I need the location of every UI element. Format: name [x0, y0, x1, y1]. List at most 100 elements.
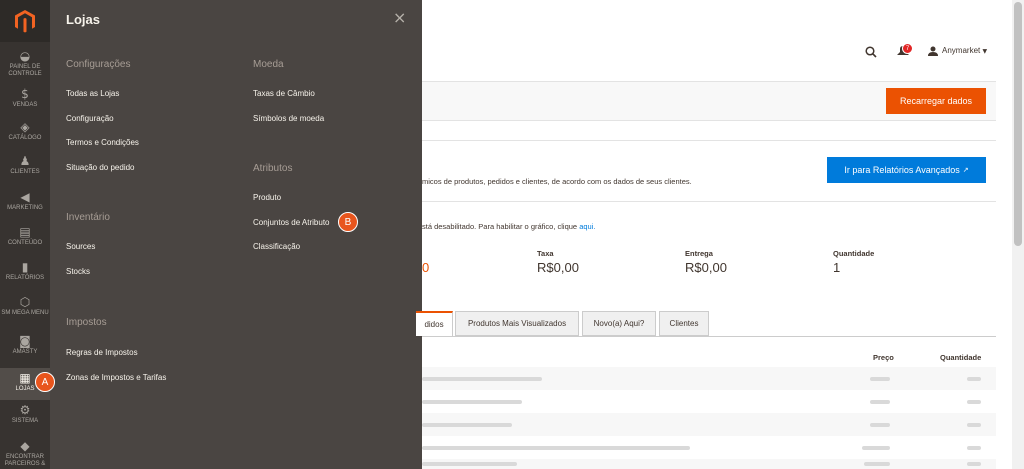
- blurred-cell: [422, 462, 517, 466]
- nav-sm-mega-menu[interactable]: ⬡ SM MEGA MENU: [0, 296, 50, 317]
- advanced-reports-button[interactable]: Ir para Relatórios Avançados ↗: [827, 157, 986, 183]
- nav-label: CONTEÚDO: [7, 240, 43, 246]
- nav-catalog[interactable]: ◈ CATÁLOGO: [0, 121, 50, 142]
- gear-icon: ⚙: [19, 403, 31, 417]
- blurred-cell: [864, 462, 890, 466]
- nav-label: VENDAS: [12, 102, 38, 108]
- nav-marketing[interactable]: ◀ MARKETING: [0, 191, 50, 212]
- blurred-cell: [862, 446, 890, 450]
- column-header-quantity: Quantidade: [940, 353, 982, 362]
- enable-chart-link[interactable]: aqui.: [579, 222, 595, 231]
- user-menu[interactable]: Anymarket ▼: [942, 46, 987, 55]
- cube-icon: ◈: [20, 120, 30, 134]
- annotation-marker-b: B: [338, 212, 358, 232]
- table-row[interactable]: [422, 413, 996, 436]
- stat-tax-label: Taxa: [537, 249, 554, 258]
- nav-content[interactable]: ▤ CONTEÚDO: [0, 226, 50, 247]
- blurred-cell: [870, 400, 890, 404]
- bar-chart-icon: ▮: [21, 260, 29, 274]
- hexagon-icon: ⬡: [19, 295, 31, 309]
- link-attribute-sets[interactable]: Conjuntos de Atributo: [253, 218, 330, 227]
- nav-label: SISTEMA: [11, 418, 39, 424]
- person-icon: ♟: [19, 154, 31, 168]
- blurred-cell: [422, 446, 690, 450]
- box-icon: ◆: [20, 439, 30, 453]
- section-config: Configurações: [66, 59, 131, 70]
- dollar-icon: $: [21, 87, 29, 101]
- blurred-cell: [967, 377, 981, 381]
- amasty-icon: ◙: [19, 334, 31, 348]
- link-sources[interactable]: Sources: [66, 242, 95, 251]
- stat-tax-value: R$0,00: [537, 260, 579, 275]
- section-inventory: Inventário: [66, 212, 110, 223]
- table-row[interactable]: [422, 367, 996, 390]
- nav-label: PAINEL DE CONTROLE: [8, 64, 42, 77]
- section-currency: Moeda: [253, 59, 284, 70]
- nav-label: CATÁLOGO: [8, 135, 42, 141]
- stat-shipping-label: Entrega: [685, 249, 713, 258]
- section-attributes: Atributos: [253, 163, 293, 174]
- tab-customers[interactable]: Clientes: [659, 311, 709, 336]
- nav-customers[interactable]: ♟ CLIENTES: [0, 155, 50, 176]
- user-name: Anymarket: [942, 46, 981, 55]
- stat-quantity-value: 1: [833, 260, 841, 275]
- close-icon[interactable]: ×: [393, 8, 406, 27]
- nav-reports[interactable]: ▮ RELATÓRIOS: [0, 261, 50, 282]
- stat-quantity-label: Quantidade: [833, 249, 875, 258]
- table-row[interactable]: [422, 390, 996, 413]
- advanced-reports-label: Ir para Relatórios Avançados: [844, 165, 960, 175]
- admin-sidebar: ◒ PAINEL DE CONTROLE $ VENDAS ◈ CATÁLOGO…: [0, 0, 50, 469]
- nav-dashboard[interactable]: ◒ PAINEL DE CONTROLE: [0, 50, 50, 78]
- chart-disabled-notice: stá desabilitado. Para habilitar o gráfi…: [422, 222, 595, 231]
- external-link-icon: ↗: [962, 166, 969, 174]
- link-configuration[interactable]: Configuração: [66, 114, 114, 123]
- table-row[interactable]: [422, 436, 996, 459]
- megaphone-icon: ◀: [20, 190, 30, 204]
- blurred-cell: [967, 462, 981, 466]
- tab-most-viewed-products[interactable]: Produtos Mais Visualizados: [455, 311, 579, 336]
- page-scrollbar-thumb[interactable]: [1014, 2, 1022, 246]
- nav-amasty[interactable]: ◙ AMASTY: [0, 335, 50, 356]
- dashboard-icon: ◒: [19, 49, 31, 63]
- link-currency-rates[interactable]: Taxas de Câmbio: [253, 89, 315, 98]
- dashboard-description: micos de produtos, pedidos e clientes, d…: [422, 177, 692, 186]
- blurred-cell: [967, 423, 981, 427]
- magento-logo[interactable]: [0, 0, 50, 42]
- section-taxes: Impostos: [66, 317, 107, 328]
- blurred-cell: [422, 377, 542, 381]
- nav-label: MARKETING: [7, 205, 43, 211]
- stat-revenue-value-partial: 0: [422, 260, 430, 275]
- link-stocks[interactable]: Stocks: [66, 267, 90, 276]
- link-order-status[interactable]: Situação do pedido: [66, 163, 135, 172]
- nav-label: RELATÓRIOS: [5, 275, 45, 281]
- notifications-count-badge: 7: [902, 43, 913, 54]
- link-tax-zones[interactable]: Zonas de Impostos e Tarifas: [66, 373, 166, 382]
- divider: [422, 201, 996, 202]
- stores-flyout-panel: Lojas × Configurações Todas as Lojas Con…: [50, 0, 422, 469]
- nav-label: SM MEGA MENU: [1, 310, 49, 316]
- link-terms[interactable]: Termos e Condições: [66, 138, 139, 147]
- divider: [422, 140, 996, 141]
- nav-label: ENCONTRAR PARCEIROS &: [4, 454, 46, 467]
- nav-find-partners[interactable]: ◆ ENCONTRAR PARCEIROS &: [0, 440, 50, 468]
- table-row[interactable]: [422, 459, 996, 469]
- panel-title: Lojas: [66, 12, 100, 27]
- notice-text: stá desabilitado. Para habilitar o gráfi…: [422, 222, 578, 231]
- nav-system[interactable]: ⚙ SISTEMA: [0, 404, 50, 425]
- tab-new-customers[interactable]: Novo(a) Aqui?: [582, 311, 656, 336]
- nav-sales[interactable]: $ VENDAS: [0, 88, 50, 109]
- blurred-cell: [870, 423, 890, 427]
- search-icon[interactable]: [865, 46, 877, 60]
- nav-label: AMASTY: [12, 349, 38, 355]
- reload-data-button[interactable]: Recarregar dados: [886, 88, 986, 114]
- link-all-stores[interactable]: Todas as Lojas: [66, 89, 119, 98]
- blurred-cell: [967, 446, 981, 450]
- blurred-cell: [870, 377, 890, 381]
- link-rating[interactable]: Classificação: [253, 242, 300, 251]
- user-icon: [928, 46, 938, 58]
- link-tax-rules[interactable]: Regras de Impostos: [66, 348, 138, 357]
- link-currency-symbols[interactable]: Símbolos de moeda: [253, 114, 324, 123]
- tab-orders[interactable]: didos: [416, 311, 453, 336]
- link-product[interactable]: Produto: [253, 193, 281, 202]
- column-header-price: Preço: [873, 353, 894, 362]
